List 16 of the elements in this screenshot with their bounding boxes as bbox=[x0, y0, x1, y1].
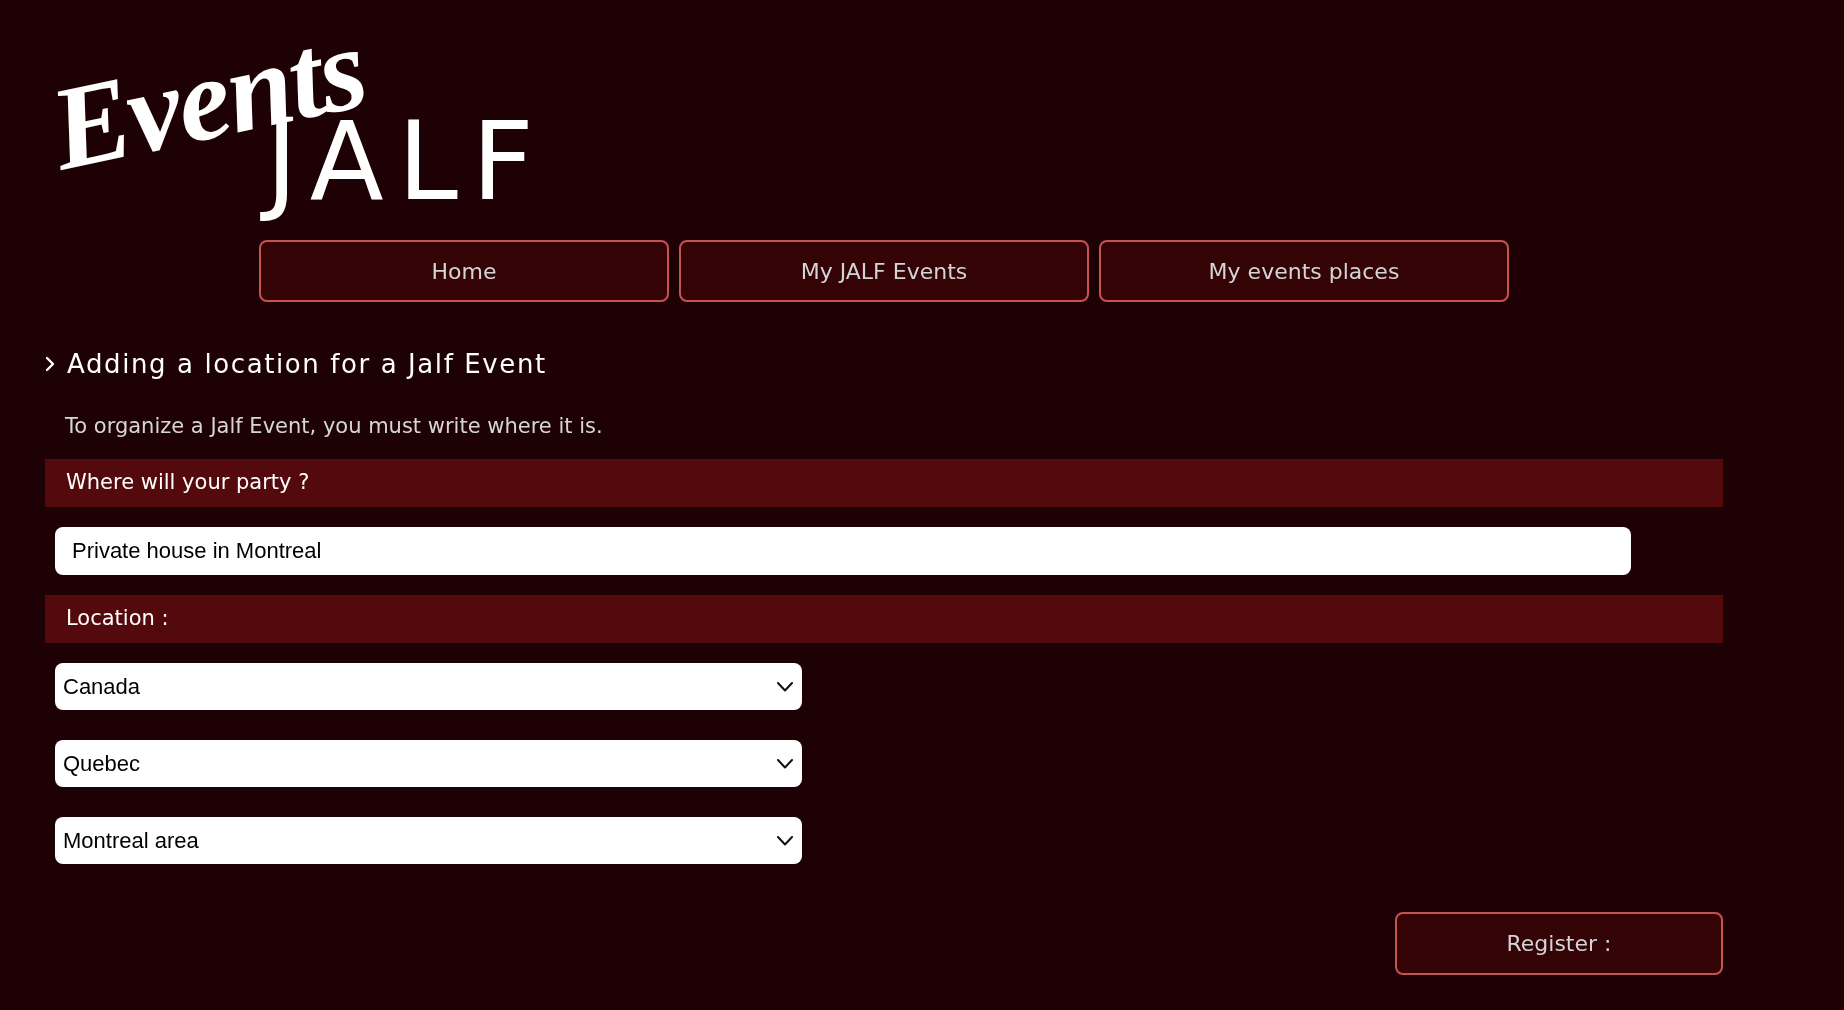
text-input[interactable]: Private house in Montreal bbox=[55, 527, 1631, 575]
chevron-down-icon bbox=[777, 835, 793, 846]
section-header: Where will your party ? bbox=[45, 459, 1723, 507]
chevron-down-icon bbox=[777, 681, 793, 692]
nav-button[interactable]: My events places bbox=[1099, 240, 1509, 302]
chevron-right-icon bbox=[45, 356, 55, 372]
register-button[interactable]: Register : bbox=[1395, 912, 1723, 975]
nav-button[interactable]: My JALF Events bbox=[679, 240, 1089, 302]
dropdown[interactable]: Canada bbox=[55, 663, 802, 710]
chevron-down-icon bbox=[777, 758, 793, 769]
intro-text: To organize a Jalf Event, you must write where it is. bbox=[65, 413, 603, 440]
dropdown[interactable]: Quebec bbox=[55, 740, 802, 787]
page-title: Adding a location for a Jalf Event bbox=[67, 347, 547, 381]
section-header: Location : bbox=[45, 595, 1723, 643]
dropdown[interactable]: Montreal area bbox=[55, 817, 802, 864]
nav-button[interactable]: Home bbox=[259, 240, 669, 302]
